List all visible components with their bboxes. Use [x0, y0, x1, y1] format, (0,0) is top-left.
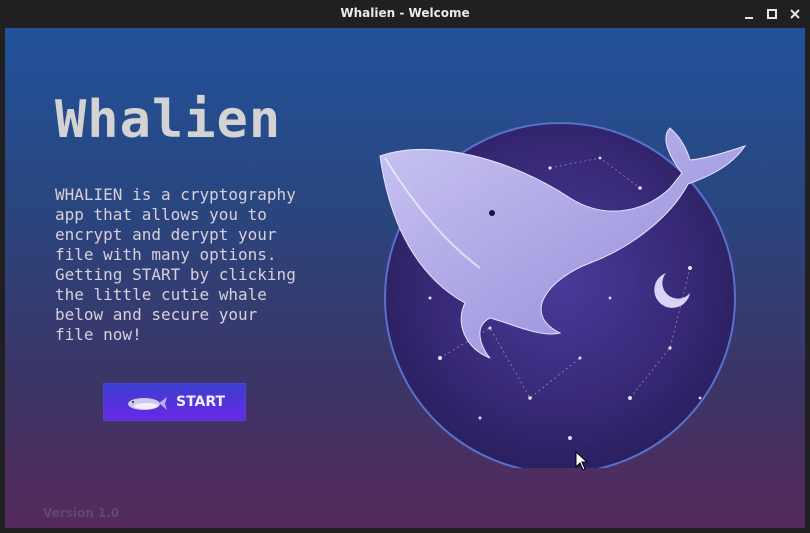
welcome-panel: Whalien WHALIEN is a cryptography app th…	[5, 28, 805, 528]
app-title: Whalien	[55, 90, 282, 150]
whale-illustration[interactable]	[370, 98, 750, 468]
cursor-icon	[575, 451, 589, 471]
title-bar[interactable]: Whalien - Welcome	[0, 0, 810, 28]
app-window: Whalien - Welcome Whalien WHALIEN is a c…	[0, 0, 810, 533]
close-icon[interactable]	[787, 6, 803, 22]
maximize-icon[interactable]	[764, 6, 780, 22]
start-button[interactable]: START	[104, 384, 245, 420]
minimize-icon[interactable]	[741, 6, 757, 22]
app-description: WHALIEN is a cryptography app that allow…	[55, 185, 296, 344]
start-button-label: START	[176, 394, 226, 410]
version-label: Version 1.0	[43, 506, 120, 520]
whale-icon	[128, 397, 167, 410]
window-title: Whalien - Welcome	[340, 6, 470, 20]
